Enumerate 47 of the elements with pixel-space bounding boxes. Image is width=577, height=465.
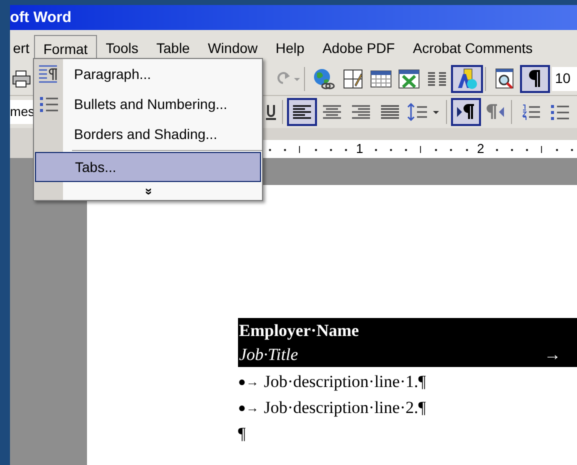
job-title: Job·Title <box>239 344 298 366</box>
left-to-right-icon <box>457 104 475 120</box>
menu-item[interactable]: ert <box>10 35 34 61</box>
menu-item[interactable]: Tools <box>96 35 148 61</box>
expand-menu-chevron[interactable]: » <box>143 187 156 195</box>
menu-item[interactable]: Paragraph... <box>34 59 262 89</box>
bullet-text: Job·description·line·2.¶ <box>264 397 426 419</box>
left-to-right-button[interactable] <box>451 98 481 126</box>
shapes-button[interactable] <box>451 64 483 92</box>
menu-item[interactable]: Bullets and Numbering... <box>34 89 262 119</box>
menu-item[interactable]: Acrobat Comments <box>404 35 542 61</box>
shapes-icon <box>456 68 478 90</box>
align-center-icon <box>322 105 340 119</box>
menu-item[interactable]: Adobe PDF <box>313 35 404 61</box>
columns-icon <box>427 70 447 86</box>
menu-item[interactable]: Table <box>147 35 199 61</box>
bullet-marker: ●→ <box>238 373 259 391</box>
paragraph-icon <box>39 65 59 83</box>
right-to-left-icon <box>486 104 504 120</box>
menu-item[interactable]: Window <box>198 35 267 61</box>
pilcrow-button[interactable] <box>520 64 550 92</box>
numbering-icon <box>522 104 540 120</box>
ruler-number: 2 <box>477 141 484 157</box>
align-right-icon <box>352 105 370 119</box>
table-icon <box>370 70 392 88</box>
paragraph-mark: ¶ <box>238 423 247 445</box>
bullet-text: Job·description·line·1.¶ <box>264 371 426 393</box>
justify-icon <box>380 105 398 119</box>
employer-name: Employer·Name <box>239 320 360 342</box>
menu-item[interactable]: Tabs... <box>35 152 261 182</box>
align-left-button[interactable] <box>287 98 317 126</box>
window-title: oft Word <box>10 10 72 25</box>
table-pencil-icon <box>343 68 363 88</box>
spreadsheet-icon <box>398 68 420 88</box>
globe-icon <box>313 68 335 90</box>
align-left-icon <box>293 105 311 119</box>
line-spacing-icon <box>407 103 441 121</box>
pilcrow-icon <box>529 70 541 88</box>
bullets-icon <box>551 104 569 120</box>
zoom-field[interactable]: 10 <box>552 66 577 90</box>
tab-mark: → <box>544 344 561 366</box>
menu-item[interactable]: Help <box>266 35 314 61</box>
document-magnifier-icon <box>494 68 516 90</box>
ruler-number: 1 <box>356 141 364 157</box>
underline-icon <box>266 104 276 120</box>
bullet-marker: ●→ <box>238 399 259 417</box>
bullets-icon <box>40 96 58 112</box>
